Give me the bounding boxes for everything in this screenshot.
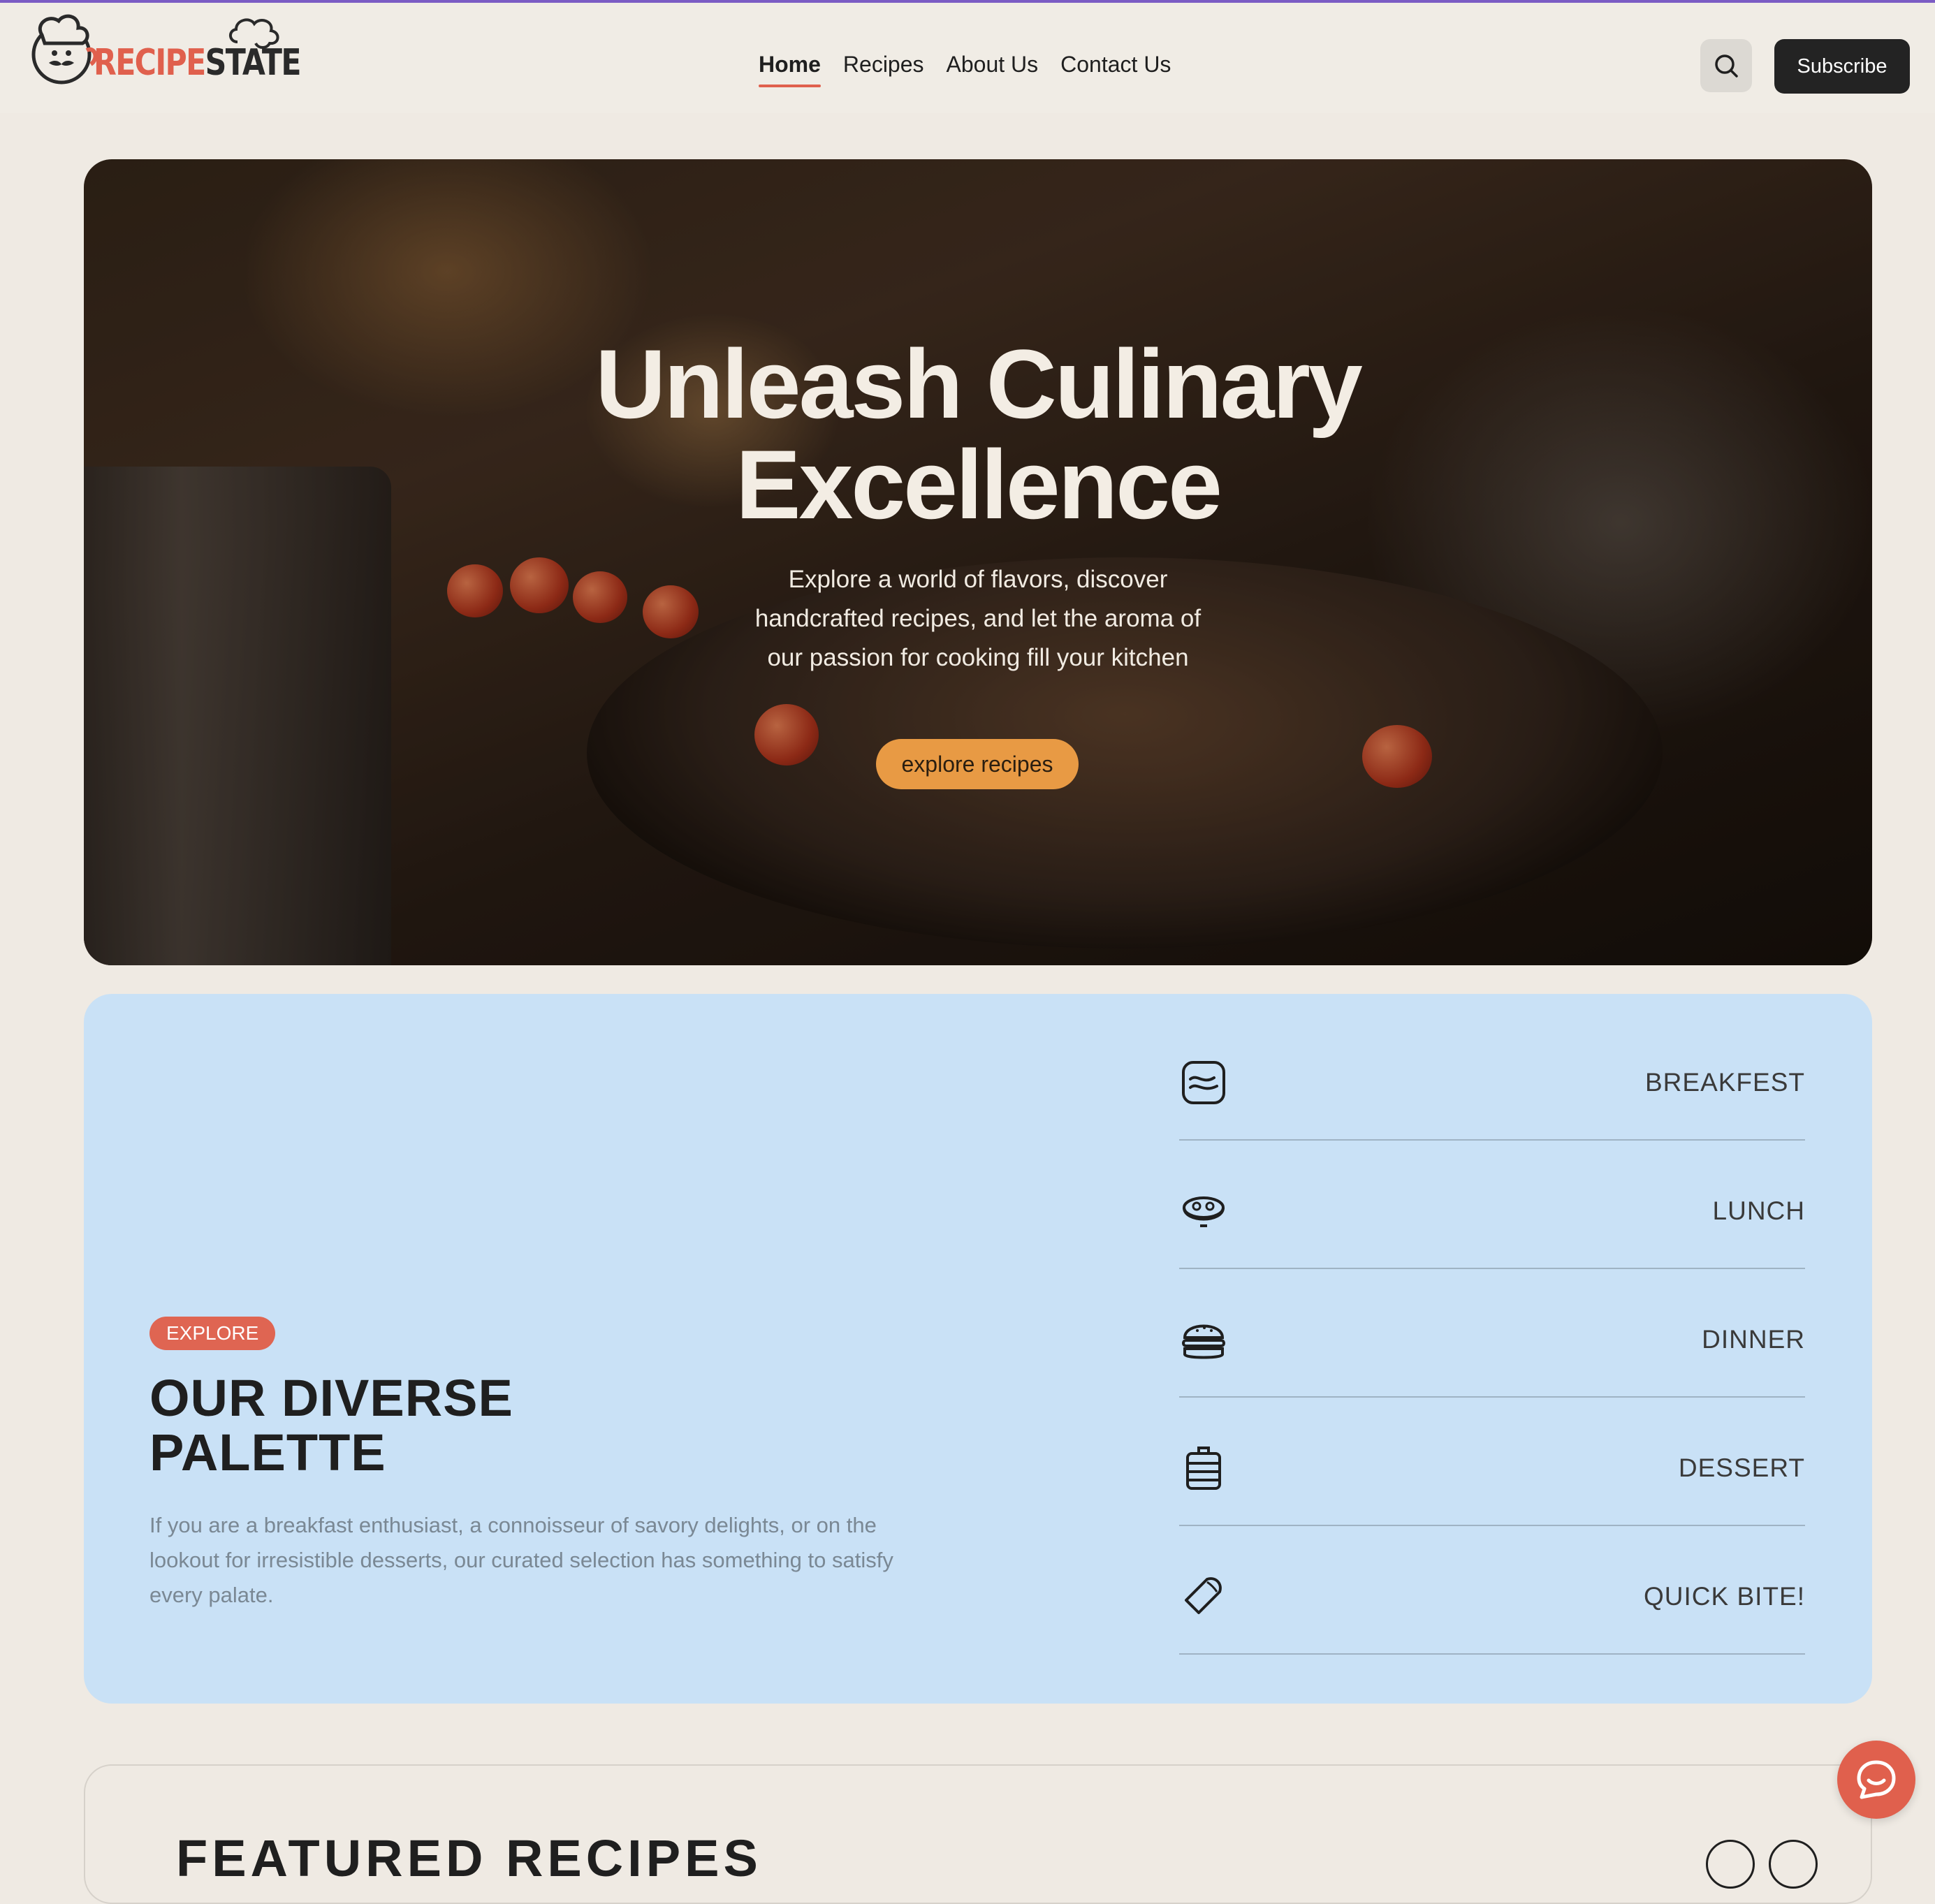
nav-recipes[interactable]: Recipes	[843, 52, 924, 87]
logo-wordmark: RECIPESTATE	[94, 42, 302, 84]
search-icon	[1715, 54, 1738, 78]
category-label: DESSERT	[1678, 1453, 1805, 1482]
site-logo[interactable]: RECIPESTATE	[28, 10, 302, 87]
explore-recipes-button[interactable]: explore recipes	[876, 739, 1079, 789]
wrap-icon	[1185, 1577, 1222, 1614]
category-label: BREAKFEST	[1645, 1068, 1805, 1097]
category-label: LUNCH	[1712, 1196, 1805, 1225]
featured-recipes-section: FEATURED RECIPES	[84, 1764, 1872, 1904]
category-dinner[interactable]: DINNER	[1179, 1270, 1805, 1398]
explore-badge: EXPLORE	[149, 1317, 276, 1350]
main-nav: Home Recipes About Us Contact Us	[759, 52, 1193, 87]
category-label: DINNER	[1702, 1325, 1805, 1354]
chat-icon	[1857, 1760, 1896, 1799]
palette-description: If you are a breakfast enthusiast, a con…	[149, 1513, 893, 1607]
dessert-icon	[1186, 1447, 1221, 1490]
diverse-palette-section: EXPLORE OUR DIVERSE PALETTE If you are a…	[84, 994, 1872, 1704]
featured-title: FEATURED RECIPES	[176, 1829, 762, 1887]
hero-title-line-1: Unleash Culinary	[595, 329, 1363, 439]
palette-title-line-2: PALETTE	[149, 1423, 386, 1481]
category-list: BREAKFEST LUNCH DINNER DESSERT QUICK BIT…	[1179, 1013, 1805, 1656]
logo-part-recipe: RECIPE	[94, 42, 206, 84]
lunch-bowl-icon	[1183, 1196, 1225, 1227]
carousel-prev-button[interactable]	[1706, 1840, 1755, 1889]
subscribe-button[interactable]: Subscribe	[1774, 39, 1910, 94]
nav-home[interactable]: Home	[759, 52, 821, 87]
chat-button[interactable]	[1837, 1741, 1915, 1819]
nav-contact-us[interactable]: Contact Us	[1060, 52, 1171, 87]
category-quick-bite[interactable]: QUICK BITE!	[1179, 1528, 1805, 1655]
carousel-next-button[interactable]	[1769, 1840, 1818, 1889]
hero-banner: Unleash Culinary Excellence Explore a wo…	[84, 159, 1872, 965]
category-lunch[interactable]: LUNCH	[1179, 1142, 1805, 1269]
burger-icon	[1182, 1324, 1225, 1359]
category-label: QUICK BITE!	[1644, 1582, 1805, 1611]
palette-title-line-1: OUR DIVERSE	[149, 1369, 513, 1427]
logo-part-state: STATE	[205, 42, 302, 84]
site-header: RECIPESTATE Home Recipes About Us Contac…	[0, 3, 1935, 113]
palette-title: OUR DIVERSE PALETTE	[149, 1371, 638, 1480]
category-dessert[interactable]: DESSERT	[1179, 1399, 1805, 1526]
breakfast-icon	[1182, 1061, 1225, 1104]
search-button[interactable]	[1700, 39, 1752, 92]
hero-title-line-2: Excellence	[736, 430, 1222, 539]
category-breakfast[interactable]: BREAKFEST	[1179, 1013, 1805, 1141]
nav-about-us[interactable]: About Us	[947, 52, 1039, 87]
hero-title: Unleash Culinary Excellence	[84, 334, 1872, 535]
hero-subtitle: Explore a world of flavors, discover han…	[754, 566, 1202, 671]
